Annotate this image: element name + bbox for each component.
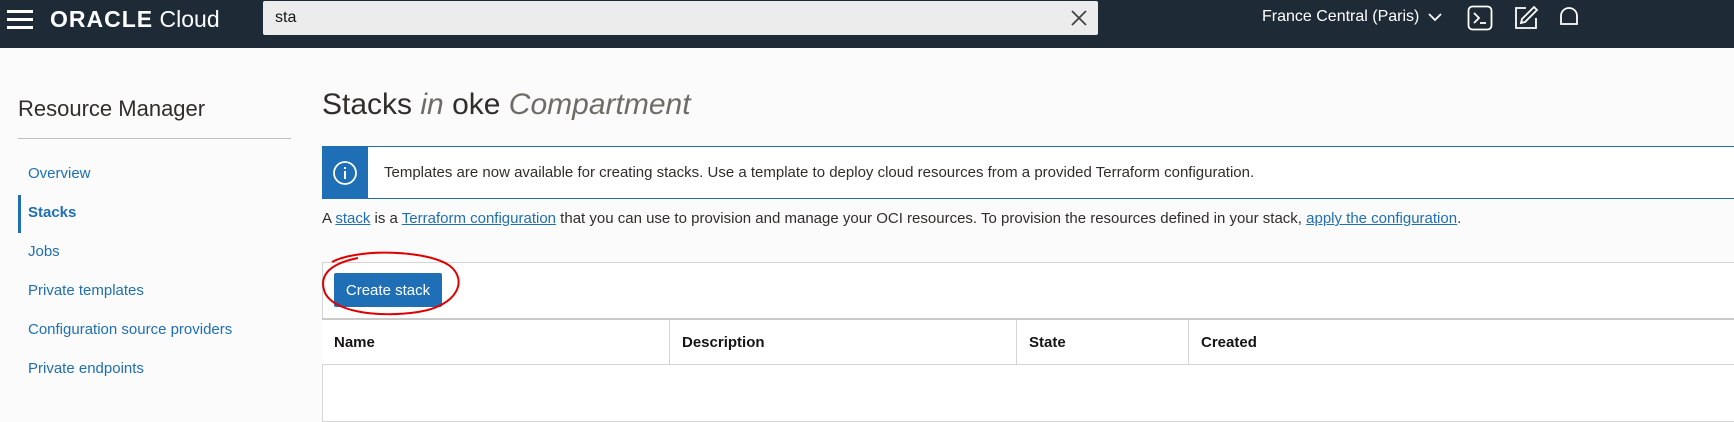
logo-brand: ORACLE (50, 6, 154, 32)
column-header-created[interactable]: Created (1189, 320, 1734, 365)
sidebar-item-private-endpoints[interactable]: Private endpoints (28, 360, 144, 377)
bell-icon[interactable] (1556, 5, 1582, 31)
create-stack-button[interactable]: Create stack (334, 273, 442, 307)
sidebar-item-jobs[interactable]: Jobs (28, 243, 60, 260)
info-icon (333, 161, 357, 185)
page-title-in: in (420, 88, 444, 121)
cloud-shell-icon[interactable] (1467, 5, 1493, 31)
search-box (263, 1, 1098, 35)
info-banner: Templates are now available for creating… (322, 146, 1734, 199)
terraform-configuration-link[interactable]: Terraform configuration (402, 210, 556, 227)
chevron-down-icon (1428, 13, 1442, 22)
stack-description: A stack is a Terraform configuration tha… (322, 210, 1461, 227)
info-banner-text: Templates are now available for creating… (384, 164, 1255, 181)
stack-link[interactable]: stack (335, 210, 370, 227)
page-title-suffix: Compartment (508, 88, 691, 121)
desc-text-4: . (1457, 210, 1462, 227)
logo-product: Cloud (159, 6, 220, 32)
region-label: France Central (Paris) (1262, 8, 1420, 25)
close-icon[interactable] (1070, 9, 1088, 27)
region-selector[interactable]: France Central (Paris) (1262, 8, 1442, 26)
stacks-table-header: Name Description State Created (322, 318, 1734, 365)
sidebar-item-stacks[interactable]: Stacks (28, 204, 76, 221)
desc-text-3: that you can use to provision and manage… (556, 210, 1307, 227)
column-header-state[interactable]: State (1017, 320, 1189, 365)
active-indicator (18, 195, 21, 233)
sidebar-title: Resource Manager (18, 96, 206, 121)
sidebar-item-configuration-source-providers[interactable]: Configuration source providers (28, 321, 232, 338)
desc-text-2: is a (370, 210, 402, 227)
desc-text-1: A (322, 210, 336, 227)
sidebar-item-overview[interactable]: Overview (28, 165, 91, 182)
page-title-main: Stacks (322, 88, 413, 121)
search-input[interactable] (273, 1, 1062, 35)
top-bar: ORACLE Cloud France Central (Paris) (0, 0, 1734, 48)
sidebar-item-private-templates[interactable]: Private templates (28, 282, 144, 299)
info-strip (323, 147, 368, 198)
apply-configuration-link[interactable]: apply the configuration (1306, 210, 1457, 227)
page-title-compartment: oke (452, 88, 501, 121)
column-header-name[interactable]: Name (322, 320, 670, 365)
edit-icon[interactable] (1513, 5, 1539, 31)
sidebar-divider (18, 138, 291, 139)
page-title: Stacks in oke Compartment (322, 88, 691, 122)
menu-icon[interactable] (7, 8, 35, 30)
oracle-cloud-logo[interactable]: ORACLE Cloud (50, 6, 220, 33)
column-header-description[interactable]: Description (670, 320, 1017, 365)
